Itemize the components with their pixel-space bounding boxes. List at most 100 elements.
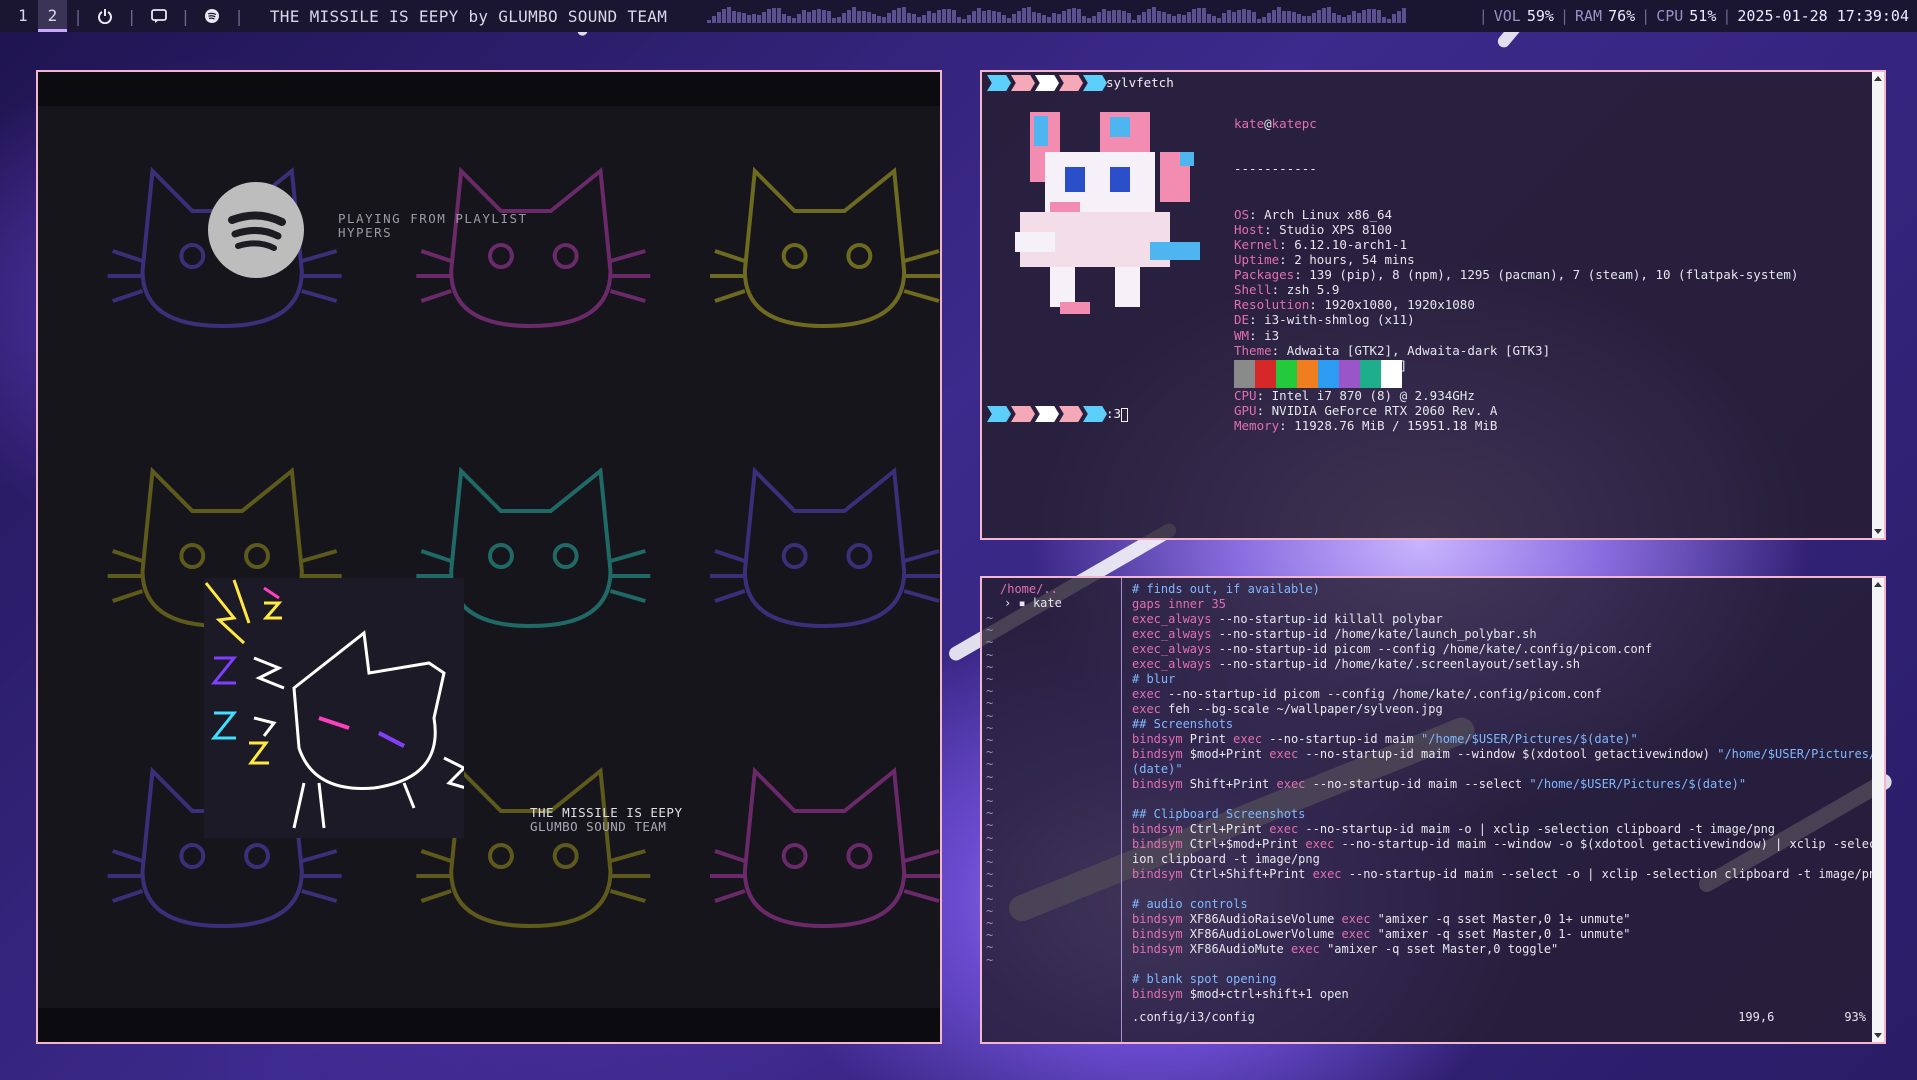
editor-statusline: .config/i3/config 199,6 93% xyxy=(1132,1010,1866,1024)
workspace-2-button[interactable]: 2 xyxy=(37,0,68,32)
visualizer-bar xyxy=(892,9,897,23)
code-line: gaps inner 35 xyxy=(1132,597,1866,612)
workspace-1-button[interactable]: 1 xyxy=(8,0,38,32)
visualizer-bar xyxy=(1107,11,1112,23)
file-tree-item-kate[interactable]: › ▪ kate xyxy=(1004,596,1062,610)
visualizer-bar xyxy=(767,9,772,23)
info-row: Kernel: 6.12.10-arch1-1 xyxy=(1234,237,1798,252)
code-line: exec_always --no-startup-id killall poly… xyxy=(1132,612,1866,627)
playlist-name[interactable]: HYPERS xyxy=(338,226,528,240)
file-tree-root[interactable]: /home/.. xyxy=(1000,582,1058,596)
now-playing-text[interactable]: THE MISSILE IS EEPY by GLUMBO SOUND TEAM xyxy=(270,7,667,26)
terminal-window[interactable]: sylvfetch kate@katepc ----------- OS: Ar… xyxy=(980,70,1886,540)
prompt-text: :3 xyxy=(1106,406,1122,421)
visualizer-bar xyxy=(832,18,837,23)
info-separator: : xyxy=(1279,418,1295,434)
code-token: # blank spot opening xyxy=(1132,972,1277,986)
code-token: exec_always xyxy=(1132,657,1212,671)
code-token: exec xyxy=(1132,687,1161,701)
visualizer-bar xyxy=(1097,12,1102,23)
visualizer-bar xyxy=(1312,12,1317,23)
prompt-flag-segment xyxy=(1035,406,1059,422)
code-token: Ctrl+Shift+Print xyxy=(1182,867,1313,881)
palette-swatch xyxy=(1360,360,1381,388)
code-token: exec xyxy=(1276,777,1306,791)
code-token: # blur xyxy=(1132,672,1176,686)
terminal-input[interactable]: :3 xyxy=(1106,406,1129,422)
visualizer-bar xyxy=(1382,17,1387,23)
visualizer-bar xyxy=(1047,16,1052,23)
visualizer-bar xyxy=(1032,12,1037,23)
visualizer-bar xyxy=(1172,15,1177,23)
editor-window[interactable]: /home/.. › ▪ kate ~ ~ ~ ~ ~ ~ ~ ~ ~ ~ ~ … xyxy=(980,576,1886,1044)
visualizer-bar xyxy=(1257,18,1262,23)
prompt-flag-segment xyxy=(1083,406,1107,422)
visualizer-bar xyxy=(792,17,797,23)
visualizer-bar xyxy=(1077,8,1082,23)
code-line: # finds out, if available) xyxy=(1132,582,1866,597)
chevron-right-icon: › xyxy=(1004,596,1012,610)
volume-value[interactable]: 59% xyxy=(1527,7,1554,25)
visualizer-bar xyxy=(947,9,952,23)
visualizer-bar xyxy=(1117,10,1122,23)
code-token: (date)" xyxy=(1132,762,1183,776)
album-art[interactable] xyxy=(204,578,467,838)
visualizer-bar xyxy=(852,7,857,23)
code-token: bindsym xyxy=(1132,732,1183,746)
visualizer-bar xyxy=(1132,19,1137,23)
visualizer-bar xyxy=(722,8,727,23)
info-value: Arch Linux x86_64 xyxy=(1264,206,1393,222)
code-token: XF86AudioLowerVolume xyxy=(1182,927,1342,941)
visualizer-bar xyxy=(1027,7,1032,23)
code-token: --no-startup-id /home/kate/launch_polyba… xyxy=(1211,627,1537,641)
info-key: Resolution xyxy=(1234,297,1310,313)
message-icon[interactable] xyxy=(150,8,167,24)
code-line: exec_always --no-startup-id /home/kate/l… xyxy=(1132,627,1866,642)
info-separator: : xyxy=(1271,282,1287,298)
visualizer-bar xyxy=(1252,11,1257,23)
visualizer-bar xyxy=(1212,16,1217,23)
code-token: Shift+Print xyxy=(1182,777,1277,791)
code-token: bindsym xyxy=(1132,867,1183,881)
spotify-icon[interactable] xyxy=(204,8,220,24)
visualizer-bar xyxy=(1402,7,1407,23)
visualizer-bar xyxy=(1192,9,1197,23)
track-artist[interactable]: GLUMBO SOUND TEAM xyxy=(530,820,683,834)
visualizer-bar xyxy=(957,16,962,23)
power-icon[interactable] xyxy=(97,8,113,24)
info-row: GPU: NVIDIA GeForce RTX 2060 Rev. A xyxy=(1234,403,1798,418)
editor-scrollbar[interactable] xyxy=(1872,578,1884,1042)
visualizer-bar xyxy=(812,10,817,23)
track-info: THE MISSILE IS EEPY GLUMBO SOUND TEAM xyxy=(530,806,683,834)
code-token: --no-startup-id picom --config /home/kat… xyxy=(1211,642,1653,656)
visualizer-bar xyxy=(752,14,757,23)
terminal-scrollbar[interactable] xyxy=(1872,72,1884,538)
code-line: exec feh --bg-scale ~/wallpaper/sylveon.… xyxy=(1132,702,1866,717)
clock: 2025-01-28 17:39:04 xyxy=(1737,7,1909,25)
code-editor[interactable]: # finds out, if available) gaps inner 35 e… xyxy=(1132,582,1883,1002)
visualizer-bar xyxy=(882,16,887,23)
code-token: "amixer -q sset Master,0 1- unmute" xyxy=(1370,927,1631,941)
visualizer-bar xyxy=(1112,10,1117,23)
palette-swatch xyxy=(1234,360,1255,388)
visualizer-bar xyxy=(1282,11,1287,23)
info-value: Intel i7 870 (8) @ 2.934GHz xyxy=(1271,387,1475,403)
palette-swatch xyxy=(1381,360,1402,388)
visualizer-bar xyxy=(1022,8,1027,23)
visualizer-bar xyxy=(1187,11,1192,23)
visualizer-bar xyxy=(717,11,722,23)
spotify-window[interactable]: PLAYING FROM PLAYLIST HYPERS THE MISSILE… xyxy=(36,70,942,1044)
visualizer-bar xyxy=(1272,9,1277,23)
visualizer-bar xyxy=(1002,14,1007,23)
visualizer-bar xyxy=(807,11,812,23)
code-token: bindsym xyxy=(1132,822,1183,836)
track-title[interactable]: THE MISSILE IS EEPY xyxy=(530,806,683,820)
code-token: "amixer -q sset Master,0 1+ unmute" xyxy=(1370,912,1631,926)
info-row: Packages: 139 (pip), 8 (npm), 1295 (pacm… xyxy=(1234,267,1798,282)
visualizer-bar xyxy=(1377,10,1382,23)
visualizer-bar xyxy=(1057,13,1062,23)
status-cursor-position: 199,6 xyxy=(1738,1010,1775,1024)
info-separator: : xyxy=(1271,342,1287,358)
